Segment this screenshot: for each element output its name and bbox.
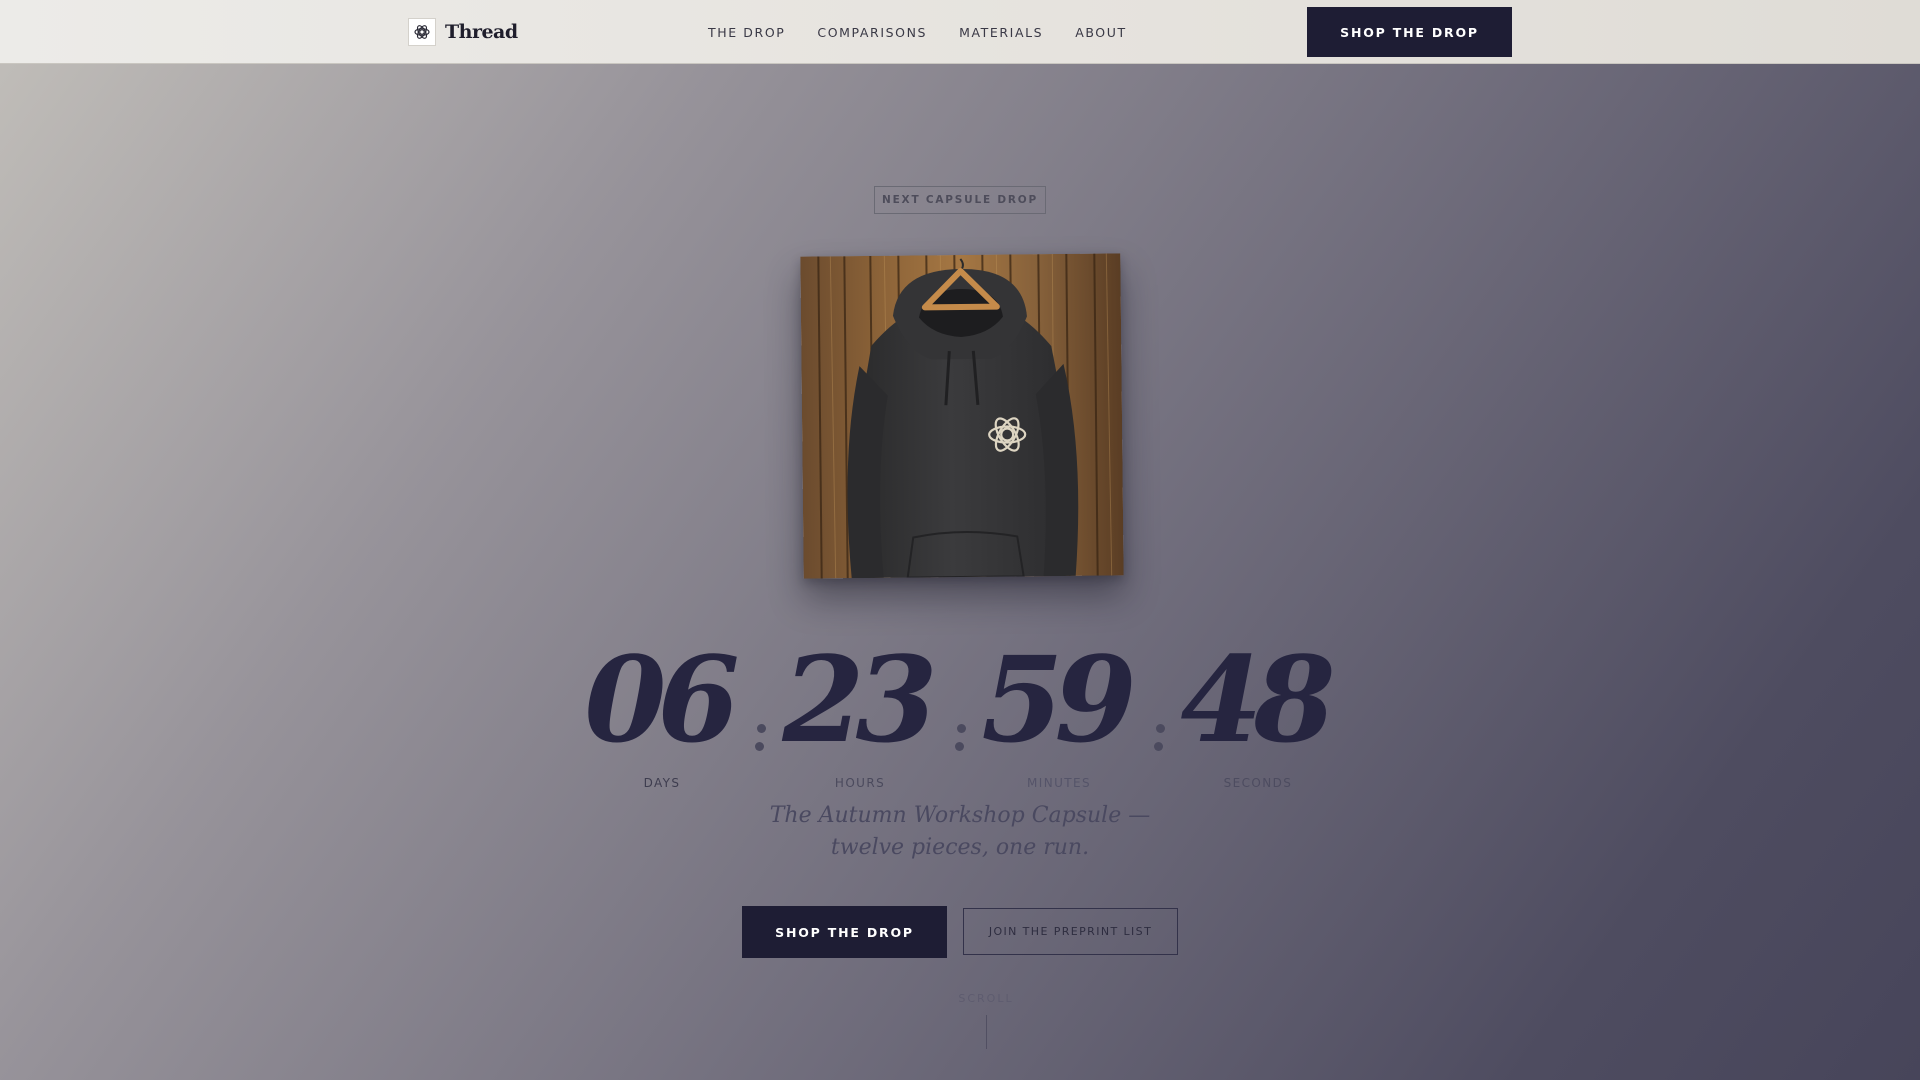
countdown-seconds-label: SECONDS [1223,776,1293,790]
countdown-separator [1154,724,1165,756]
countdown-hours-label: HOURS [834,776,886,790]
shop-the-drop-button[interactable]: SHOP THE DROP [742,906,947,958]
shop-the-drop-header-button[interactable]: SHOP THE DROP [1307,7,1512,57]
nav-link-comparisons[interactable]: COMPARISONS [817,25,927,40]
knot-logo-icon [408,18,436,46]
countdown-minutes-value: 59 [981,630,1136,769]
countdown-minutes: 59 MINUTES [979,630,1139,791]
join-preprint-list-button[interactable]: JOIN THE PREPRINT LIST [963,908,1178,955]
countdown-separator [755,724,766,756]
main-nav: THE DROP COMPARISONS MATERIALS ABOUT [708,0,1159,64]
countdown-days-label: DAYS [643,776,681,790]
countdown-hours: 23 HOURS [780,630,940,791]
countdown-seconds-value: 48 [1180,630,1335,769]
countdown-minutes-label: MINUTES [1027,776,1091,790]
scroll-indicator[interactable]: SCROLL [940,992,1032,1049]
countdown-days: 06 DAYS [582,630,742,791]
scroll-line-icon [985,1015,987,1049]
countdown-days-value: 06 [584,630,739,769]
countdown-separator [955,724,966,756]
brand-name: Thread [445,21,518,43]
countdown-timer: 06 DAYS 23 HOURS 59 MINUTES 48 SECONDS [0,630,1920,791]
nav-link-about[interactable]: ABOUT [1075,25,1127,40]
countdown-hours-value: 23 [782,630,937,769]
product-image [800,253,1124,579]
nav-link-the-drop[interactable]: THE DROP [708,25,785,40]
nav-link-materials[interactable]: MATERIALS [959,25,1043,40]
brand[interactable]: Thread [408,17,518,47]
scroll-label: SCROLL [958,992,1014,1005]
capsule-drop-badge: NEXT CAPSULE DROP [874,186,1046,214]
site-header: Thread THE DROP COMPARISONS MATERIALS AB… [0,0,1920,64]
countdown-seconds: 48 SECONDS [1178,630,1338,791]
capsule-tagline: The Autumn Workshop Capsule — twelve pie… [769,803,1151,860]
